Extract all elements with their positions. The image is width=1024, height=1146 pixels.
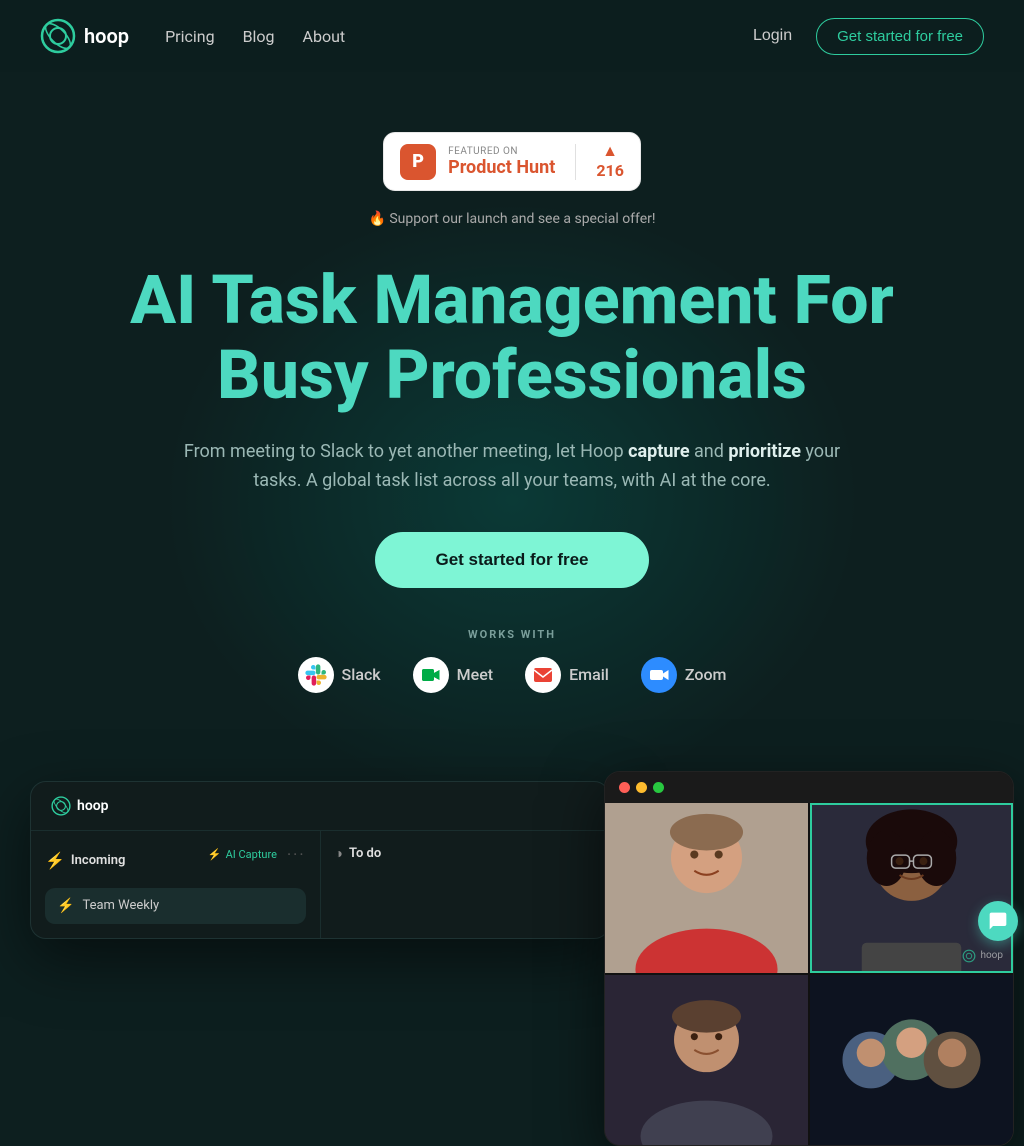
hero-section: P FEATURED ON Product Hunt ▲ 216 🔥 Suppo… <box>0 72 1024 781</box>
product-hunt-icon: P <box>400 144 436 180</box>
ai-icon: ⚡ <box>208 848 222 861</box>
window-expand-dot <box>653 782 664 793</box>
video-call-window: hoop <box>604 771 1014 1146</box>
bold-capture: capture <box>628 441 689 462</box>
works-with-section: WORKS WITH Slack <box>298 628 727 693</box>
login-button[interactable]: Login <box>753 27 792 45</box>
hoop-logo-small: hoop <box>51 796 109 816</box>
hoop-app-content: ⚡ Incoming ⚡ AI Capture ··· ⚡ Team Weekl… <box>31 831 609 938</box>
video-cell-1 <box>605 803 808 973</box>
ph-product-name: Product Hunt <box>448 157 555 178</box>
slack-icon <box>298 657 334 693</box>
hero-subtitle: From meeting to Slack to yet another mee… <box>182 437 842 496</box>
email-label: Email <box>569 665 609 684</box>
chat-bubble-button[interactable] <box>978 901 1018 941</box>
hoop-watermark: hoop <box>962 949 1003 963</box>
todo-header: ◑ To do <box>335 845 596 862</box>
hero-title: AI Task Management For Busy Professional… <box>112 263 912 413</box>
navbar: hoop Pricing Blog About Login Get starte… <box>0 0 1024 72</box>
window-close-dot <box>619 782 630 793</box>
video-grid: hoop <box>605 803 1013 1145</box>
product-hunt-badge[interactable]: P FEATURED ON Product Hunt ▲ 216 <box>383 132 641 191</box>
nav-about[interactable]: About <box>303 27 346 46</box>
logo-text: hoop <box>84 24 129 48</box>
meet-icon <box>413 657 449 693</box>
hoop-app-header: hoop <box>31 782 609 831</box>
todo-column: ◑ To do <box>321 831 610 938</box>
ph-text-block: FEATURED ON Product Hunt <box>448 146 555 178</box>
logo[interactable]: hoop <box>40 18 129 54</box>
ai-capture-label: ⚡ AI Capture <box>208 848 277 861</box>
email-icon <box>525 657 561 693</box>
logo-icon <box>40 18 76 54</box>
integrations-list: Slack Meet <box>298 657 727 693</box>
hoop-watermark-text: hoop <box>980 950 1003 961</box>
zoom-label: Zoom <box>685 665 727 684</box>
nav-left: hoop Pricing Blog About <box>40 18 345 54</box>
lightning-icon: ⚡ <box>45 851 65 870</box>
ph-votes: ▲ 216 <box>596 143 624 180</box>
ph-subtitle: 🔥 Support our launch and see a special o… <box>368 211 655 227</box>
works-with-label: WORKS WITH <box>468 628 556 641</box>
bold-prioritize: prioritize <box>728 441 801 462</box>
video-titlebar <box>605 772 1013 803</box>
task-check-icon: ⚡ <box>57 898 74 914</box>
video-cell-2: hoop <box>810 803 1013 973</box>
hoop-app-window: hoop ⚡ Incoming ⚡ AI Capture ··· <box>30 781 610 939</box>
integration-email[interactable]: Email <box>525 657 609 693</box>
incoming-title: ⚡ Incoming <box>45 851 125 870</box>
ph-featured-on: FEATURED ON <box>448 146 555 157</box>
meet-label: Meet <box>457 665 493 684</box>
integration-zoom[interactable]: Zoom <box>641 657 727 693</box>
todo-title: ◑ To do <box>335 845 382 862</box>
ph-count: 216 <box>596 161 624 180</box>
zoom-icon <box>641 657 677 693</box>
task-item-weekly[interactable]: ⚡ Team Weekly <box>45 888 306 924</box>
video-cell-3 <box>605 975 808 1145</box>
integration-slack[interactable]: Slack <box>298 657 381 693</box>
nav-links: Pricing Blog About <box>165 27 345 46</box>
nav-cta-button[interactable]: Get started for free <box>816 18 984 55</box>
hoop-logo-text-small: hoop <box>77 798 109 814</box>
nav-right: Login Get started for free <box>753 18 984 55</box>
slack-label: Slack <box>342 665 381 684</box>
ph-arrow-icon: ▲ <box>602 143 618 159</box>
more-options-icon[interactable]: ··· <box>287 845 306 864</box>
task-label: Team Weekly <box>82 898 159 913</box>
nav-pricing[interactable]: Pricing <box>165 27 215 46</box>
chat-icon <box>988 911 1008 931</box>
screenshots-section: hoop ⚡ Incoming ⚡ AI Capture ··· <box>0 781 1024 1021</box>
ph-divider <box>575 144 576 180</box>
hero-cta-button[interactable]: Get started for free <box>375 532 648 588</box>
video-cell-4 <box>810 975 1013 1145</box>
nav-blog[interactable]: Blog <box>243 27 275 46</box>
todo-icon: ◑ <box>335 845 343 862</box>
window-minimize-dot <box>636 782 647 793</box>
incoming-header: ⚡ Incoming ⚡ AI Capture ··· <box>45 845 306 876</box>
incoming-actions: ⚡ AI Capture ··· <box>208 845 306 864</box>
integration-meet[interactable]: Meet <box>413 657 493 693</box>
incoming-column: ⚡ Incoming ⚡ AI Capture ··· ⚡ Team Weekl… <box>31 831 321 938</box>
